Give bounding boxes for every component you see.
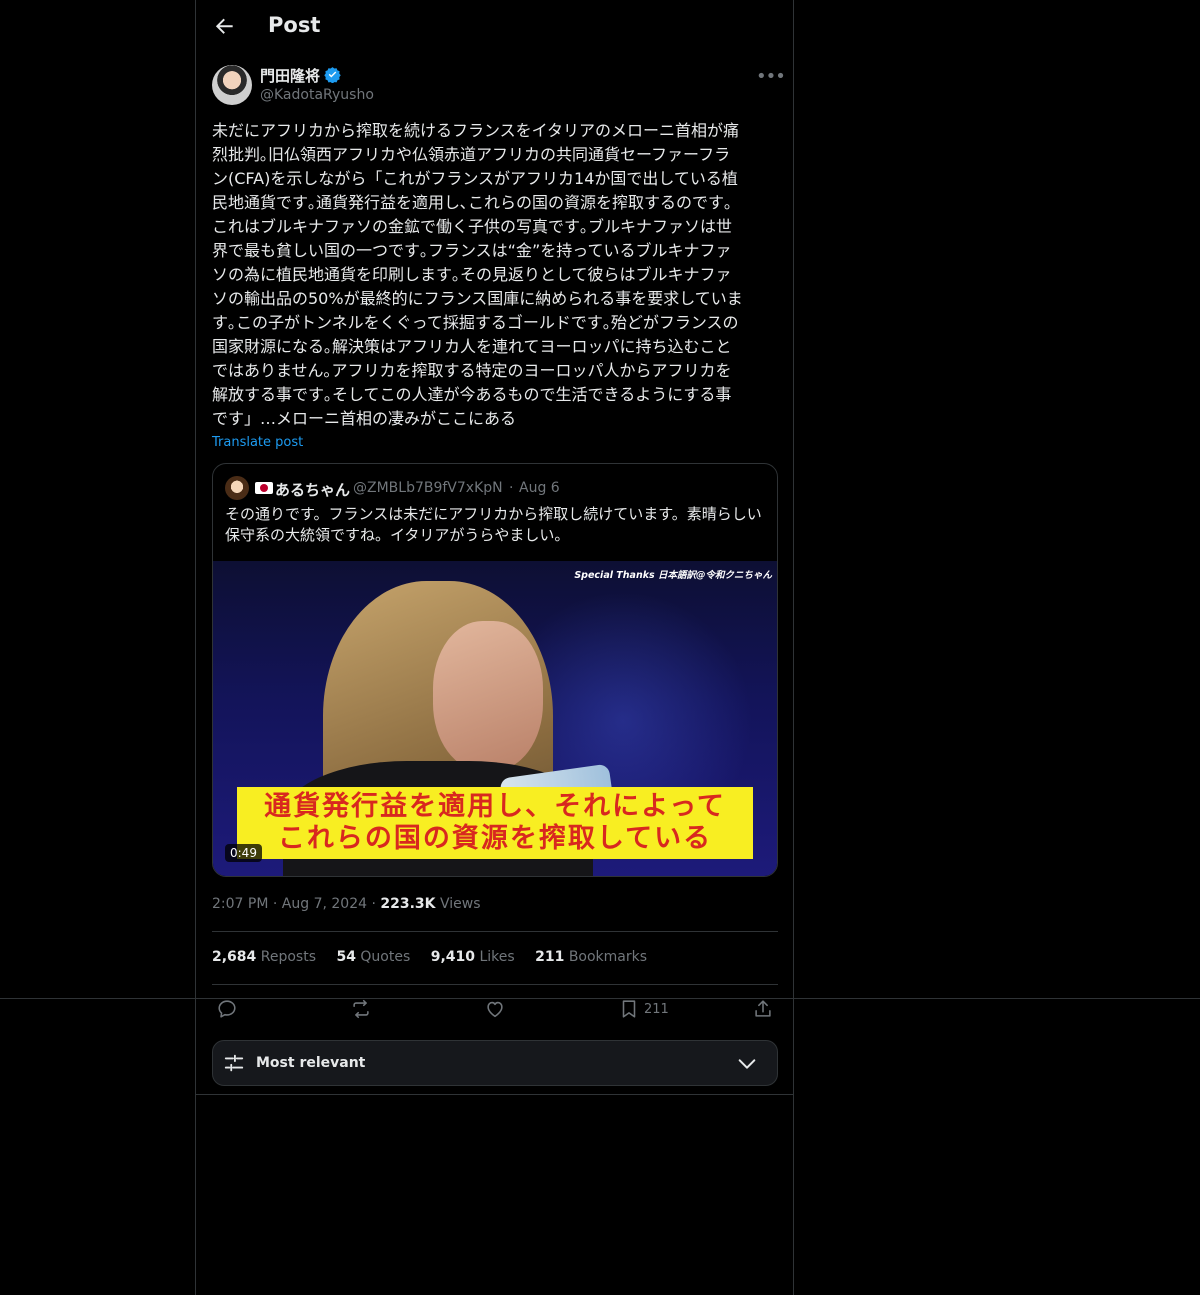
post-meta: 2:07 PM · Aug 7, 2024 · 223.3K Views xyxy=(212,896,481,912)
repost-icon[interactable] xyxy=(350,998,372,1020)
translate-post-link[interactable]: Translate post xyxy=(212,435,303,450)
more-options-icon[interactable]: ••• xyxy=(756,66,786,87)
author-name[interactable]: 門田隆将 xyxy=(260,65,320,86)
quoted-post[interactable]: あるちゃん @ZMBLb7B9fV7xKpN · Aug 6 その通りです。フラ… xyxy=(212,463,778,877)
chevron-down-icon xyxy=(738,1059,756,1069)
quotes-stat[interactable]: 54 Quotes xyxy=(336,949,410,965)
reposts-label: Reposts xyxy=(260,949,316,965)
quote-date[interactable]: Aug 6 xyxy=(519,480,560,496)
views-label: Views xyxy=(439,896,481,912)
sort-replies-dropdown[interactable]: Most relevant xyxy=(212,1040,778,1086)
engagement-stats: 2,684 Reposts 54 Quotes 9,410 Likes 211 … xyxy=(212,949,663,965)
reposts-count: 2,684 xyxy=(212,949,257,965)
quote-text: その通りです。フランスは未だにアフリカから搾取し続けています。素晴らしい 保守系… xyxy=(225,505,762,544)
heart-icon[interactable] xyxy=(484,998,506,1020)
sliders-icon xyxy=(224,1054,244,1072)
bookmark-icon[interactable] xyxy=(618,998,640,1020)
bookmark-count: 211 xyxy=(644,1002,669,1017)
video-person-face xyxy=(433,621,543,771)
quote-separator: · xyxy=(509,480,514,496)
meta-separator: · xyxy=(371,896,376,912)
bookmarks-count: 211 xyxy=(535,949,565,965)
video-subtitle-line-1: 通貨発行益を適用し、それによって xyxy=(264,791,726,822)
japan-flag-icon xyxy=(255,482,273,494)
author-handle[interactable]: @KadotaRyusho xyxy=(260,87,374,103)
quote-author-handle[interactable]: @ZMBLb7B9fV7xKpN xyxy=(353,480,503,496)
author-avatar[interactable] xyxy=(212,65,252,105)
section-divider xyxy=(196,1094,793,1095)
back-arrow-icon[interactable] xyxy=(210,12,238,40)
page-title: Post xyxy=(268,13,321,37)
post-date[interactable]: Aug 7, 2024 xyxy=(282,896,367,912)
reply-icon[interactable] xyxy=(216,998,238,1020)
reposts-stat[interactable]: 2,684 Reposts xyxy=(212,949,316,965)
video-subtitle: 通貨発行益を適用し、それによって これらの国の資源を搾取している xyxy=(237,787,753,859)
video-player[interactable]: Special Thanks 日本語訳@令和クニちゃん 通貨発行益を適用し、それ… xyxy=(213,561,777,876)
post-time[interactable]: 2:07 PM xyxy=(212,896,268,912)
sort-label: Most relevant xyxy=(256,1055,366,1071)
quotes-label: Quotes xyxy=(360,949,411,965)
quotes-count: 54 xyxy=(336,949,356,965)
likes-label: Likes xyxy=(479,949,515,965)
share-icon[interactable] xyxy=(752,998,774,1020)
overlay-divider-line xyxy=(0,998,1200,999)
divider xyxy=(212,984,778,985)
main-column: Post 門田隆将 @KadotaRyusho ••• 未だにアフリカから搾取を… xyxy=(195,0,794,1295)
bookmarks-label: Bookmarks xyxy=(568,949,648,965)
meta-separator: · xyxy=(272,896,278,912)
video-credit-text: Special Thanks 日本語訳@令和クニちゃん xyxy=(574,570,772,581)
page-header: Post xyxy=(196,0,793,53)
video-duration: 0:49 xyxy=(225,844,262,862)
bookmarks-stat[interactable]: 211 Bookmarks xyxy=(535,949,647,965)
views-count: 223.3K xyxy=(380,896,436,912)
post-text: 未だにアフリカから搾取を続けるフランスをイタリアのメローニ首相が痛 烈批判｡旧仏… xyxy=(212,121,743,428)
likes-count: 9,410 xyxy=(430,949,475,965)
likes-stat[interactable]: 9,410 Likes xyxy=(431,949,515,965)
video-subtitle-line-2: これらの国の資源を搾取している xyxy=(277,823,713,854)
divider xyxy=(212,931,778,932)
verified-badge-icon[interactable] xyxy=(324,66,341,83)
quote-author-name[interactable]: あるちゃん xyxy=(275,479,350,500)
quote-author-avatar[interactable] xyxy=(225,476,249,500)
